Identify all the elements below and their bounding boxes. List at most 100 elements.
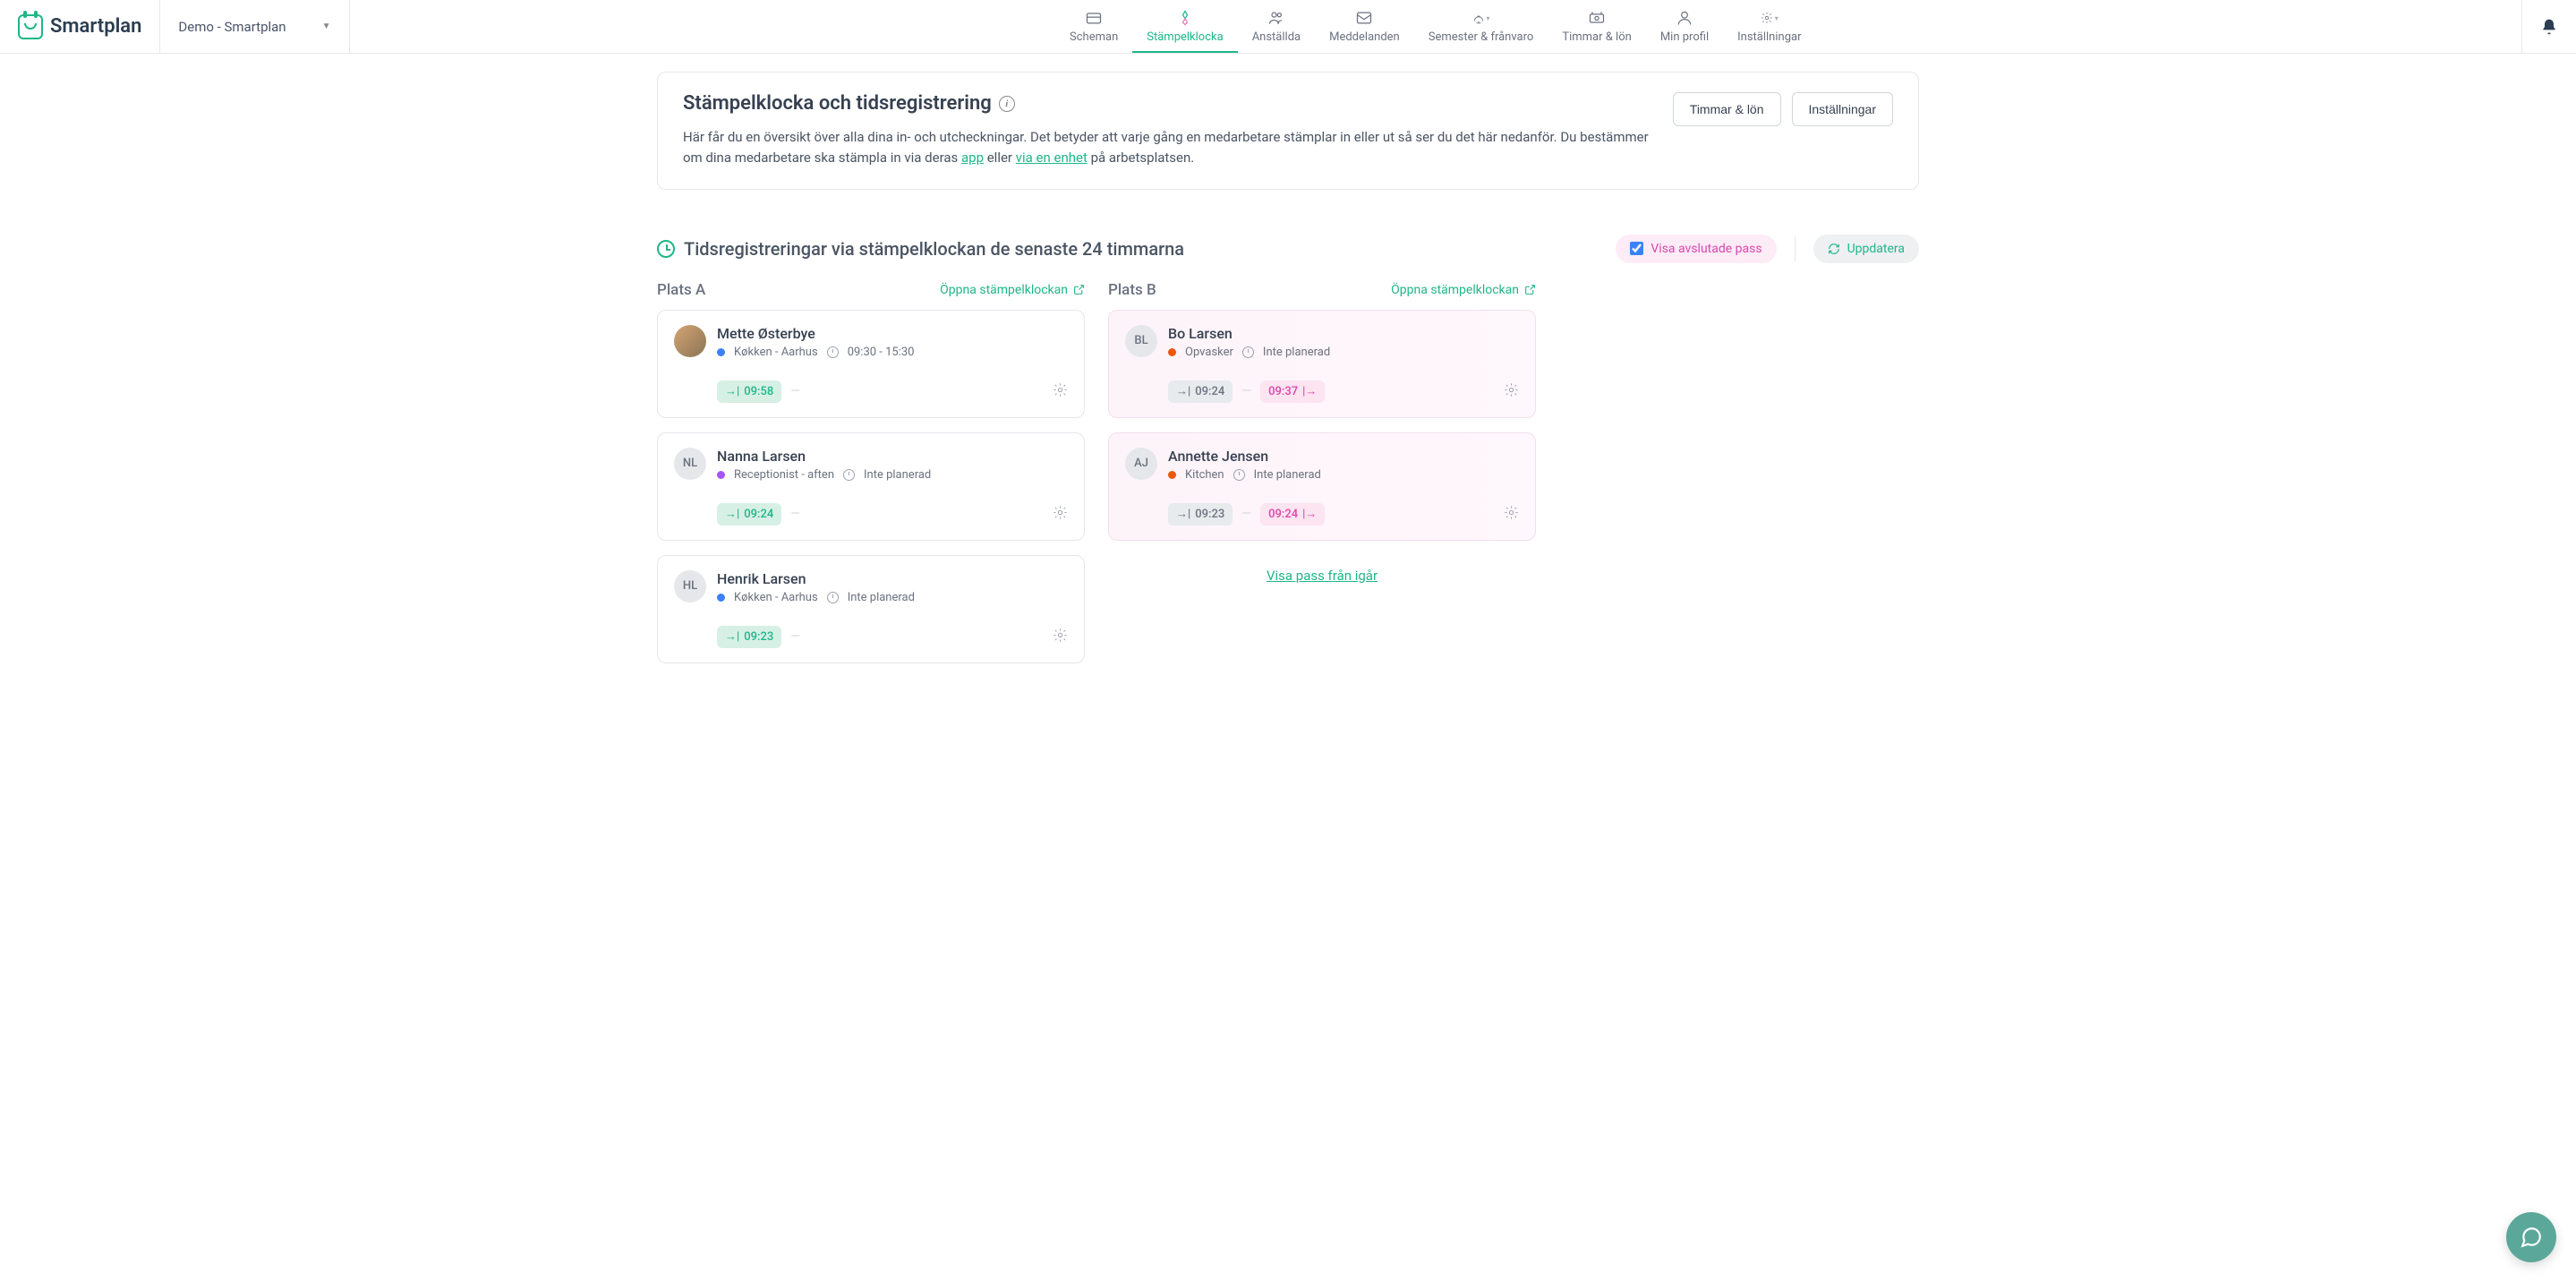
arrow-in-icon: →| <box>1176 386 1190 397</box>
nav-min-profil[interactable]: Min profil <box>1646 0 1723 53</box>
employee-name: Nanna Larsen <box>717 448 931 465</box>
role-dot <box>717 471 725 479</box>
refresh-button[interactable]: Uppdatera <box>1813 235 1919 263</box>
nav-label: Inställningar <box>1737 30 1801 44</box>
avatar: BL <box>1125 325 1157 357</box>
card-settings-button[interactable] <box>1053 628 1068 646</box>
logo[interactable]: Smartplan <box>0 0 160 53</box>
timecard: HLHenrik LarsenKøkken - AarhusInte plane… <box>657 555 1085 663</box>
dash: — <box>790 507 800 521</box>
location-column: Plats AÖppna stämpelklockanMette Østerby… <box>657 281 1085 678</box>
notifications-button[interactable] <box>2521 0 2576 53</box>
schedule-label: Inte planerad <box>1254 468 1321 482</box>
clock-in-badge: →|09:58 <box>717 380 781 403</box>
employee-name: Bo Larsen <box>1168 325 1330 342</box>
divider <box>1795 236 1796 261</box>
nav-anst-llda[interactable]: Anställda <box>1238 0 1315 53</box>
schedule-label: Inte planerad <box>864 468 931 482</box>
yesterday-link-wrap: Visa pass från igår <box>1108 568 1536 584</box>
employee-name: Mette Østerbye <box>717 325 914 342</box>
nav-label: Semester & frånvaro <box>1429 30 1534 44</box>
chevron-down-icon: ▾ <box>1487 14 1490 22</box>
schedule-label: Inte planerad <box>848 591 915 604</box>
workspace-selector[interactable]: Demo - Smartplan ▼ <box>160 0 349 53</box>
nav-icon <box>1355 9 1373 27</box>
dash: — <box>790 384 800 398</box>
avatar <box>674 325 706 357</box>
nav-semester-fr-nvaro[interactable]: ▾ Semester & frånvaro <box>1414 0 1548 53</box>
role-label: Opvasker <box>1185 346 1233 359</box>
role-dot <box>717 594 725 602</box>
section-header: Tidsregistreringar via stämpelklockan de… <box>657 235 1919 263</box>
nav-label: Min profil <box>1660 30 1709 44</box>
timecard: NLNanna LarsenReceptionist - aftenInte p… <box>657 432 1085 541</box>
brand-name: Smartplan <box>50 15 141 38</box>
info-icon[interactable]: i <box>999 96 1015 112</box>
arrow-in-icon: →| <box>725 509 739 520</box>
arrow-out-icon: |→ <box>1302 386 1317 397</box>
role-label: Køkken - Aarhus <box>734 346 818 359</box>
dash: — <box>1241 384 1251 398</box>
avatar: NL <box>674 448 706 480</box>
role-dot <box>1168 348 1176 356</box>
dash: — <box>790 629 800 644</box>
card-settings-button[interactable] <box>1504 505 1519 524</box>
card-settings-button[interactable] <box>1053 505 1068 524</box>
show-completed-checkbox[interactable] <box>1630 242 1643 255</box>
settings-button[interactable]: Inställningar <box>1792 92 1894 126</box>
nav-label: Timmar & lön <box>1562 30 1632 44</box>
nav-inst-llningar[interactable]: ▾ Inställningar <box>1723 0 1815 53</box>
clock-icon <box>827 346 839 358</box>
employee-name: Annette Jensen <box>1168 448 1321 465</box>
nav-scheman[interactable]: Scheman <box>1055 0 1132 53</box>
role-dot <box>717 348 725 356</box>
workspace-name: Demo - Smartplan <box>178 19 286 35</box>
location-name: Plats B <box>1108 281 1156 299</box>
arrow-out-icon: |→ <box>1302 509 1317 520</box>
card-settings-button[interactable] <box>1504 382 1519 401</box>
avatar: HL <box>674 570 706 603</box>
timecard: AJAnnette JensenKitchenInte planerad→|09… <box>1108 432 1536 541</box>
clock-icon <box>1242 346 1254 358</box>
clock-in-badge: →|09:24 <box>1168 380 1233 403</box>
card-settings-button[interactable] <box>1053 382 1068 401</box>
intro-description: Här får du en översikt över alla dina in… <box>683 127 1655 169</box>
intro-panel: Stämpelklocka och tidsregistrering i Här… <box>657 72 1919 190</box>
show-yesterday-link[interactable]: Visa pass från igår <box>1267 568 1378 584</box>
device-link[interactable]: via en enhet <box>1016 150 1088 166</box>
nav-icon <box>1267 9 1285 27</box>
open-punchclock-link[interactable]: Öppna stämpelklockan <box>940 283 1085 297</box>
chevron-down-icon: ▾ <box>1775 14 1778 22</box>
chat-button[interactable] <box>2506 1212 2556 1262</box>
clock-in-badge: →|09:23 <box>1168 503 1233 526</box>
nav-icon: ▾ <box>1761 9 1778 27</box>
nav-icon <box>1085 9 1103 27</box>
clock-in-badge: →|09:24 <box>717 503 781 526</box>
clock-icon <box>843 469 855 481</box>
nav-label: Scheman <box>1070 30 1118 44</box>
main-nav: Scheman Stämpelklocka Anställda Meddelanden… <box>350 0 2522 53</box>
clock-icon <box>657 240 675 258</box>
page-title-text: Stämpelklocka och tidsregistrering <box>683 92 992 115</box>
refresh-label: Uppdatera <box>1847 242 1905 256</box>
hours-salary-button[interactable]: Timmar & lön <box>1673 92 1781 126</box>
avatar: AJ <box>1125 448 1157 480</box>
nav-icon: ▾ <box>1472 9 1490 27</box>
nav-st-mpelklocka[interactable]: Stämpelklocka <box>1132 0 1237 53</box>
timecard: Mette ØsterbyeKøkken - Aarhus09:30 - 15:… <box>657 310 1085 418</box>
nav-timmar-l-n[interactable]: Timmar & lön <box>1548 0 1646 53</box>
open-punchclock-link[interactable]: Öppna stämpelklockan <box>1391 283 1536 297</box>
role-label: Køkken - Aarhus <box>734 591 818 604</box>
clock-out-badge: 09:37|→ <box>1260 380 1325 403</box>
show-completed-label: Visa avslutade pass <box>1651 242 1761 256</box>
show-completed-toggle[interactable]: Visa avslutade pass <box>1616 235 1776 263</box>
app-link[interactable]: app <box>961 150 984 166</box>
timecard: BLBo LarsenOpvaskerInte planerad→|09:24—… <box>1108 310 1536 418</box>
clock-in-badge: →|09:23 <box>717 626 781 648</box>
nav-icon <box>1176 9 1194 27</box>
nav-icon <box>1588 9 1606 27</box>
locations-grid: Plats AÖppna stämpelklockanMette Østerby… <box>657 281 1919 678</box>
nav-label: Anställda <box>1252 30 1301 44</box>
chevron-down-icon: ▼ <box>322 21 331 31</box>
nav-meddelanden[interactable]: Meddelanden <box>1315 0 1414 53</box>
